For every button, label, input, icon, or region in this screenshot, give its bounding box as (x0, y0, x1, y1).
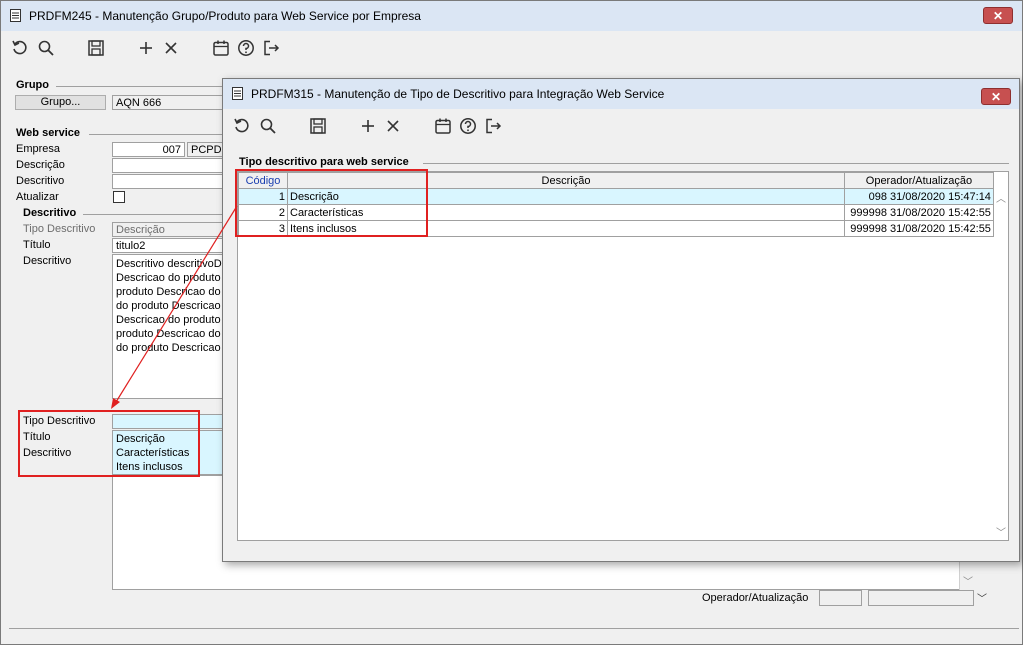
descricao-field[interactable] (112, 158, 226, 173)
cell-operador[interactable]: 999998 31/08/2020 15:42:55 (844, 220, 994, 237)
grid-scrollbar[interactable]: ︿ ﹀ (994, 188, 1008, 540)
document-icon (10, 9, 21, 22)
cell-operador[interactable]: 999998 31/08/2020 15:42:55 (844, 204, 994, 221)
operador-date: 31/08/2020 15:42:55 (890, 222, 991, 235)
empresa-code-field[interactable]: 007 (112, 142, 185, 157)
grid-annotation-box (235, 169, 428, 237)
operador-code: 999998 (850, 222, 887, 235)
operador-label: Operador/Atualização (702, 592, 809, 604)
operador-code-field (819, 590, 862, 606)
descritivo-divider (83, 214, 226, 215)
descricao-label: Descrição (16, 159, 65, 171)
descritivo-section-title: Descritivo (23, 207, 77, 219)
web-service-section-title: Web service (16, 127, 81, 139)
empresa-name-field: PCPDE (187, 142, 226, 157)
dialog-section-divider (423, 163, 1009, 164)
descritivo-label: Descritivo (23, 255, 72, 267)
main-window-title: PRDFM245 - Manutenção Grupo/Produto para… (29, 9, 421, 23)
lower-annotation-box (18, 410, 200, 477)
cell-operador[interactable]: 098 31/08/2020 15:47:14 (844, 188, 994, 205)
search-icon[interactable] (259, 117, 277, 135)
exit-icon[interactable] (484, 117, 502, 135)
dialog-window: PRDFM315 - Manutenção de Tipo de Descrit… (222, 78, 1020, 562)
empresa-label: Empresa (16, 143, 61, 155)
save-icon[interactable] (87, 39, 105, 57)
main-scroll-down-icon[interactable]: ﹀ (977, 590, 987, 605)
grupo-section-title: Grupo (16, 79, 49, 91)
main-toolbar (1, 33, 1022, 63)
exit-icon[interactable] (262, 39, 280, 57)
grupo-divider (56, 86, 226, 87)
help-icon[interactable] (237, 39, 255, 57)
descritivo-ws-field[interactable] (112, 174, 226, 189)
undo-icon[interactable] (233, 117, 251, 135)
calendar-icon[interactable] (212, 39, 230, 57)
memo-line: Descritivo descritivoDe (116, 258, 226, 270)
operador-code: 999998 (850, 206, 887, 219)
titulo-label: Título (23, 239, 51, 251)
dialog-title: PRDFM315 - Manutenção de Tipo de Descrit… (251, 87, 665, 101)
memo-line: Descricao do produto I (116, 272, 226, 284)
operador-date-field (868, 590, 974, 606)
scroll-up-icon[interactable]: ︿ (996, 190, 1006, 205)
memo-line: do produto Descricao d (116, 342, 226, 354)
main-titlebar[interactable]: PRDFM245 - Manutenção Grupo/Produto para… (1, 1, 1022, 31)
tipo-descritivo-field[interactable]: Descrição (112, 222, 226, 237)
delete-icon[interactable] (384, 117, 402, 135)
dialog-titlebar[interactable]: PRDFM315 - Manutenção de Tipo de Descrit… (223, 79, 1019, 109)
help-icon[interactable] (459, 117, 477, 135)
dialog-section-title: Tipo descritivo para web service (239, 156, 409, 168)
titulo-field[interactable]: titulo2 (112, 238, 226, 253)
descritivo-memo[interactable]: Descritivo descritivoDe Descricao do pro… (112, 254, 226, 399)
memo-line: produto Descricao do p (116, 286, 226, 298)
atualizar-label: Atualizar (16, 191, 59, 203)
operador-code: 098 (868, 190, 887, 203)
operador-date: 31/08/2020 15:42:55 (890, 206, 991, 219)
delete-icon[interactable] (162, 39, 180, 57)
memo-line: Descricao do produto I (116, 314, 226, 326)
add-icon[interactable] (137, 39, 155, 57)
atualizar-checkbox[interactable] (113, 191, 125, 203)
calendar-icon[interactable] (434, 117, 452, 135)
main-close-button[interactable]: ✕ (983, 7, 1013, 24)
save-icon[interactable] (309, 117, 327, 135)
memo-line: do produto Descricao d (116, 300, 226, 312)
operador-date: 31/08/2020 15:47:14 (890, 190, 991, 203)
grupo-value-field[interactable]: AQN 666 (112, 95, 226, 110)
main-bottom-border (9, 628, 1019, 629)
search-icon[interactable] (37, 39, 55, 57)
add-icon[interactable] (359, 117, 377, 135)
scroll-down-icon[interactable]: ﹀ (996, 524, 1006, 539)
dialog-close-button[interactable]: ✕ (981, 88, 1011, 105)
memo-line: produto Descricao do p (116, 328, 226, 340)
undo-icon[interactable] (11, 39, 29, 57)
dialog-toolbar (223, 111, 1019, 141)
web-service-divider (89, 134, 226, 135)
document-icon (232, 87, 243, 100)
tipo-descritivo-label: Tipo Descritivo (23, 223, 96, 235)
descritivo-ws-label: Descritivo (16, 175, 65, 187)
main-scrollbar[interactable]: ﹀ (976, 561, 989, 606)
grupo-button[interactable]: Grupo... (15, 95, 106, 110)
column-header-operador[interactable]: Operador/Atualização (844, 172, 994, 189)
scroll-down-icon[interactable]: ﹀ (963, 573, 973, 588)
